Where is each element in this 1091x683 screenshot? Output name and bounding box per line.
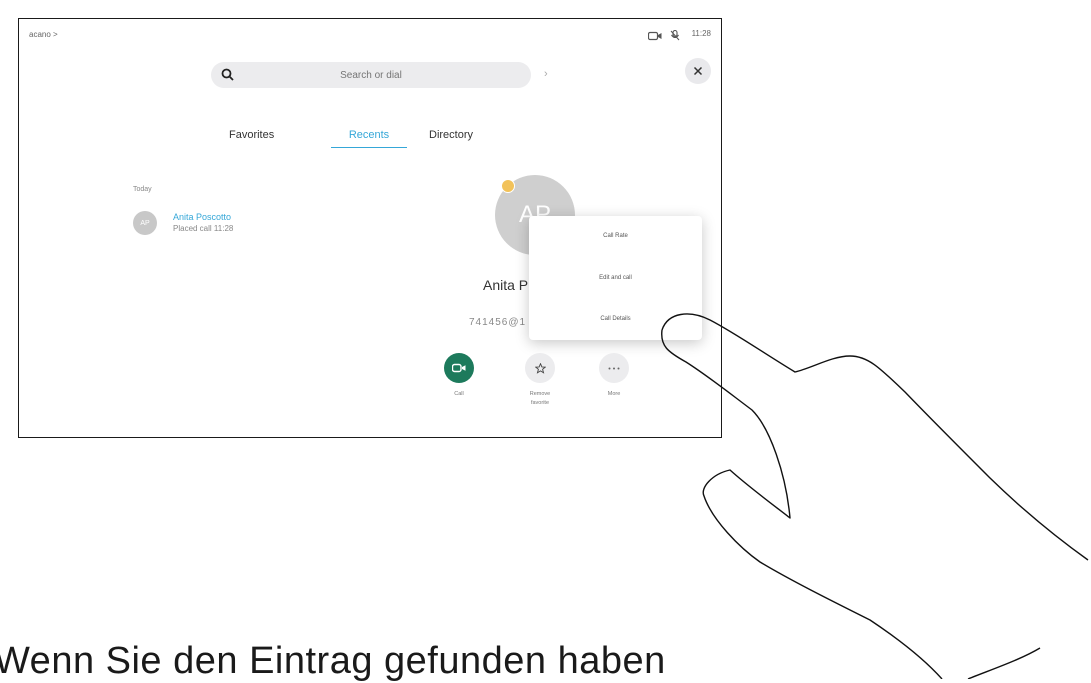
pointing-hand-icon: [661, 313, 1089, 679]
instruction-caption: Wenn Sie den Eintrag gefunden haben: [0, 640, 666, 682]
